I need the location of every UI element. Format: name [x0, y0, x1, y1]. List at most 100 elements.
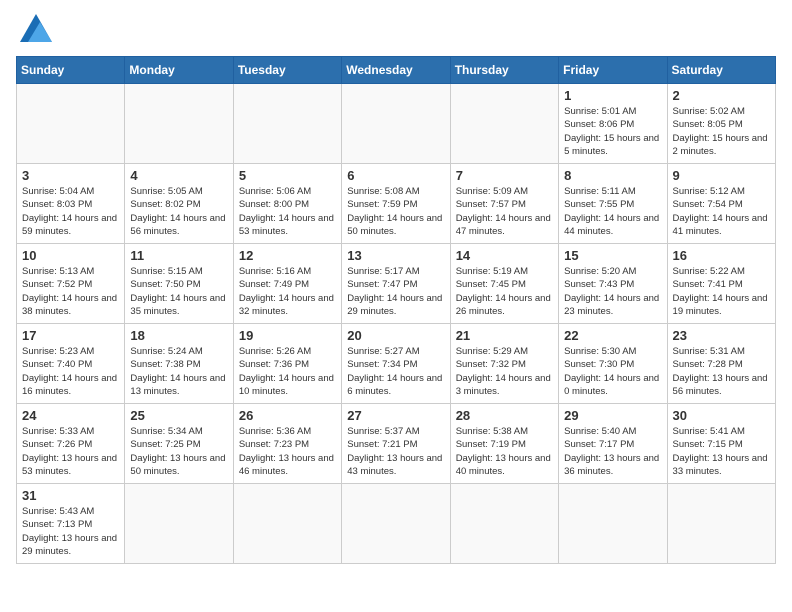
- day-info: Sunrise: 5:43 AMSunset: 7:13 PMDaylight:…: [22, 505, 119, 558]
- day-number: 11: [130, 248, 227, 263]
- day-info: Sunrise: 5:40 AMSunset: 7:17 PMDaylight:…: [564, 425, 661, 478]
- day-cell: [342, 484, 450, 564]
- day-cell: 19Sunrise: 5:26 AMSunset: 7:36 PMDayligh…: [233, 324, 341, 404]
- day-info: Sunrise: 5:41 AMSunset: 7:15 PMDaylight:…: [673, 425, 770, 478]
- day-number: 21: [456, 328, 553, 343]
- day-cell: [125, 84, 233, 164]
- day-info: Sunrise: 5:02 AMSunset: 8:05 PMDaylight:…: [673, 105, 770, 158]
- day-cell: 15 Sunrise: 5:20 AMSunset: 7:43 PMDayligh…: [559, 244, 667, 324]
- day-number: 20: [347, 328, 444, 343]
- day-info: Sunrise: 5:30 AMSunset: 7:30 PMDaylight:…: [564, 345, 661, 398]
- day-cell: 17Sunrise: 5:23 AMSunset: 7:40 PMDayligh…: [17, 324, 125, 404]
- day-info: Sunrise: 5:31 AMSunset: 7:28 PMDaylight:…: [673, 345, 770, 398]
- day-cell: [450, 84, 558, 164]
- day-cell: [125, 484, 233, 564]
- day-cell: 2 Sunrise: 5:02 AMSunset: 8:05 PMDaylight…: [667, 84, 775, 164]
- day-cell: 13Sunrise: 5:17 AMSunset: 7:47 PMDayligh…: [342, 244, 450, 324]
- day-cell: 29Sunrise: 5:40 AMSunset: 7:17 PMDayligh…: [559, 404, 667, 484]
- day-number: 12: [239, 248, 336, 263]
- day-number: 10: [22, 248, 119, 263]
- day-cell: 11 Sunrise: 5:15 AMSunset: 7:50 PMDayligh…: [125, 244, 233, 324]
- day-number: 28: [456, 408, 553, 423]
- day-cell: 22 Sunrise: 5:30 AMSunset: 7:30 PMDayligh…: [559, 324, 667, 404]
- day-number: 25: [130, 408, 227, 423]
- day-number: 14: [456, 248, 553, 263]
- day-info: Sunrise: 5:17 AMSunset: 7:47 PMDaylight:…: [347, 265, 444, 318]
- day-info: Sunrise: 5:22 AMSunset: 7:41 PMDaylight:…: [673, 265, 770, 318]
- day-header-thursday: Thursday: [450, 57, 558, 84]
- day-cell: 25 Sunrise: 5:34 AMSunset: 7:25 PMDayligh…: [125, 404, 233, 484]
- day-info: Sunrise: 5:05 AMSunset: 8:02 PMDaylight:…: [130, 185, 227, 238]
- day-number: 19: [239, 328, 336, 343]
- day-info: Sunrise: 5:01 AMSunset: 8:06 PMDaylight:…: [564, 105, 661, 158]
- day-number: 7: [456, 168, 553, 183]
- day-cell: 27Sunrise: 5:37 AMSunset: 7:21 PMDayligh…: [342, 404, 450, 484]
- day-info: Sunrise: 5:33 AMSunset: 7:26 PMDaylight:…: [22, 425, 119, 478]
- day-cell: [667, 484, 775, 564]
- day-cell: 4 Sunrise: 5:05 AMSunset: 8:02 PMDaylight…: [125, 164, 233, 244]
- day-info: Sunrise: 5:12 AMSunset: 7:54 PMDaylight:…: [673, 185, 770, 238]
- day-number: 5: [239, 168, 336, 183]
- day-number: 30: [673, 408, 770, 423]
- day-number: 18: [130, 328, 227, 343]
- week-row-5: 31 Sunrise: 5:43 AMSunset: 7:13 PMDayligh…: [17, 484, 776, 564]
- day-header-saturday: Saturday: [667, 57, 775, 84]
- day-cell: 31 Sunrise: 5:43 AMSunset: 7:13 PMDayligh…: [17, 484, 125, 564]
- day-info: Sunrise: 5:38 AMSunset: 7:19 PMDaylight:…: [456, 425, 553, 478]
- logo-icon: [20, 14, 52, 42]
- day-info: Sunrise: 5:08 AMSunset: 7:59 PMDaylight:…: [347, 185, 444, 238]
- day-cell: [559, 484, 667, 564]
- day-info: Sunrise: 5:06 AMSunset: 8:00 PMDaylight:…: [239, 185, 336, 238]
- day-number: 9: [673, 168, 770, 183]
- day-number: 15: [564, 248, 661, 263]
- day-cell: 14Sunrise: 5:19 AMSunset: 7:45 PMDayligh…: [450, 244, 558, 324]
- day-cell: 24 Sunrise: 5:33 AMSunset: 7:26 PMDayligh…: [17, 404, 125, 484]
- day-number: 24: [22, 408, 119, 423]
- day-number: 31: [22, 488, 119, 503]
- day-cell: 30 Sunrise: 5:41 AMSunset: 7:15 PMDayligh…: [667, 404, 775, 484]
- day-cell: 3Sunrise: 5:04 AMSunset: 8:03 PMDaylight…: [17, 164, 125, 244]
- day-number: 2: [673, 88, 770, 103]
- day-header-friday: Friday: [559, 57, 667, 84]
- calendar-table: SundayMondayTuesdayWednesdayThursdayFrid…: [16, 56, 776, 564]
- day-header-tuesday: Tuesday: [233, 57, 341, 84]
- day-cell: 6 Sunrise: 5:08 AMSunset: 7:59 PMDaylight…: [342, 164, 450, 244]
- page-header: [16, 16, 776, 44]
- day-cell: 18 Sunrise: 5:24 AMSunset: 7:38 PMDayligh…: [125, 324, 233, 404]
- day-number: 22: [564, 328, 661, 343]
- day-info: Sunrise: 5:15 AMSunset: 7:50 PMDaylight:…: [130, 265, 227, 318]
- day-cell: 7 Sunrise: 5:09 AMSunset: 7:57 PMDaylight…: [450, 164, 558, 244]
- day-number: 16: [673, 248, 770, 263]
- day-header-monday: Monday: [125, 57, 233, 84]
- week-row-0: 1 Sunrise: 5:01 AMSunset: 8:06 PMDaylight…: [17, 84, 776, 164]
- day-info: Sunrise: 5:11 AMSunset: 7:55 PMDaylight:…: [564, 185, 661, 238]
- day-number: 17: [22, 328, 119, 343]
- day-info: Sunrise: 5:09 AMSunset: 7:57 PMDaylight:…: [456, 185, 553, 238]
- day-number: 6: [347, 168, 444, 183]
- day-number: 23: [673, 328, 770, 343]
- week-row-3: 17Sunrise: 5:23 AMSunset: 7:40 PMDayligh…: [17, 324, 776, 404]
- day-cell: 10Sunrise: 5:13 AMSunset: 7:52 PMDayligh…: [17, 244, 125, 324]
- day-number: 1: [564, 88, 661, 103]
- day-cell: [450, 484, 558, 564]
- day-cell: [233, 84, 341, 164]
- day-header-sunday: Sunday: [17, 57, 125, 84]
- day-cell: [17, 84, 125, 164]
- day-info: Sunrise: 5:34 AMSunset: 7:25 PMDaylight:…: [130, 425, 227, 478]
- day-number: 4: [130, 168, 227, 183]
- day-cell: [342, 84, 450, 164]
- day-info: Sunrise: 5:16 AMSunset: 7:49 PMDaylight:…: [239, 265, 336, 318]
- week-row-4: 24 Sunrise: 5:33 AMSunset: 7:26 PMDayligh…: [17, 404, 776, 484]
- day-info: Sunrise: 5:36 AMSunset: 7:23 PMDaylight:…: [239, 425, 336, 478]
- day-number: 27: [347, 408, 444, 423]
- day-cell: 8Sunrise: 5:11 AMSunset: 7:55 PMDaylight…: [559, 164, 667, 244]
- day-info: Sunrise: 5:29 AMSunset: 7:32 PMDaylight:…: [456, 345, 553, 398]
- day-info: Sunrise: 5:24 AMSunset: 7:38 PMDaylight:…: [130, 345, 227, 398]
- day-cell: 5 Sunrise: 5:06 AMSunset: 8:00 PMDaylight…: [233, 164, 341, 244]
- day-cell: 21 Sunrise: 5:29 AMSunset: 7:32 PMDayligh…: [450, 324, 558, 404]
- day-cell: 12 Sunrise: 5:16 AMSunset: 7:49 PMDayligh…: [233, 244, 341, 324]
- week-row-2: 10Sunrise: 5:13 AMSunset: 7:52 PMDayligh…: [17, 244, 776, 324]
- day-info: Sunrise: 5:27 AMSunset: 7:34 PMDaylight:…: [347, 345, 444, 398]
- day-info: Sunrise: 5:20 AMSunset: 7:43 PMDaylight:…: [564, 265, 661, 318]
- day-cell: 20 Sunrise: 5:27 AMSunset: 7:34 PMDayligh…: [342, 324, 450, 404]
